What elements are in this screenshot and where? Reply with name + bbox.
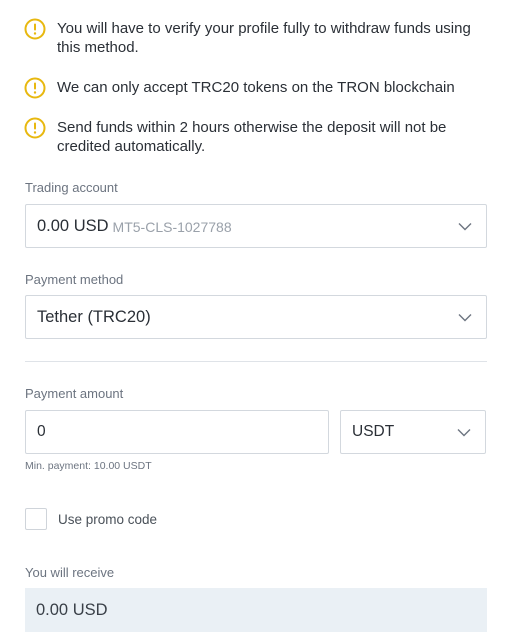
promo-code-label[interactable]: Use promo code	[58, 512, 157, 527]
notice-text: You will have to verify your profile ful…	[57, 20, 471, 56]
payment-amount-label: Payment amount	[25, 386, 124, 401]
chevron-down-icon	[458, 314, 472, 322]
payment-method-select[interactable]: Tether (TRC20)	[25, 295, 487, 339]
payment-method-label: Payment method	[25, 272, 124, 287]
payment-amount-value: 0	[37, 423, 46, 440]
receive-amount-value: 0.00 USD	[36, 600, 108, 619]
notice-verify: You will have to verify your profile ful…	[24, 18, 494, 57]
notice-trc20: We can only accept TRC20 tokens on the T…	[24, 77, 494, 99]
notice-text: We can only accept TRC20 tokens on the T…	[57, 79, 455, 96]
currency-select[interactable]: USDT	[340, 410, 486, 454]
trading-account-label: Trading account	[25, 180, 118, 195]
receive-label: You will receive	[25, 565, 115, 580]
section-divider	[25, 361, 487, 362]
deposit-form: You will have to verify your profile ful…	[0, 0, 513, 632]
warning-circle-icon	[24, 117, 46, 139]
receive-amount-field: 0.00 USD	[25, 588, 487, 632]
trading-account-balance: 0.00 USD	[37, 216, 109, 235]
chevron-down-icon	[458, 223, 472, 231]
currency-value: USDT	[352, 423, 395, 440]
warning-circle-icon	[24, 77, 46, 99]
promo-code-row[interactable]: Use promo code	[25, 508, 157, 530]
payment-method-value: Tether (TRC20)	[37, 307, 151, 326]
trading-account-id: MT5-CLS-1027788	[112, 219, 232, 235]
notice-time-limit: Send funds within 2 hours otherwise the …	[24, 117, 494, 156]
promo-code-checkbox[interactable]	[25, 508, 47, 530]
warning-circle-icon	[24, 18, 46, 40]
trading-account-select[interactable]: 0.00 USD MT5-CLS-1027788	[25, 204, 487, 248]
min-payment-hint: Min. payment: 10.00 USDT	[25, 460, 152, 472]
notice-text: Send funds within 2 hours otherwise the …	[57, 119, 447, 155]
chevron-down-icon	[457, 429, 471, 437]
payment-amount-input[interactable]: 0	[25, 410, 329, 454]
